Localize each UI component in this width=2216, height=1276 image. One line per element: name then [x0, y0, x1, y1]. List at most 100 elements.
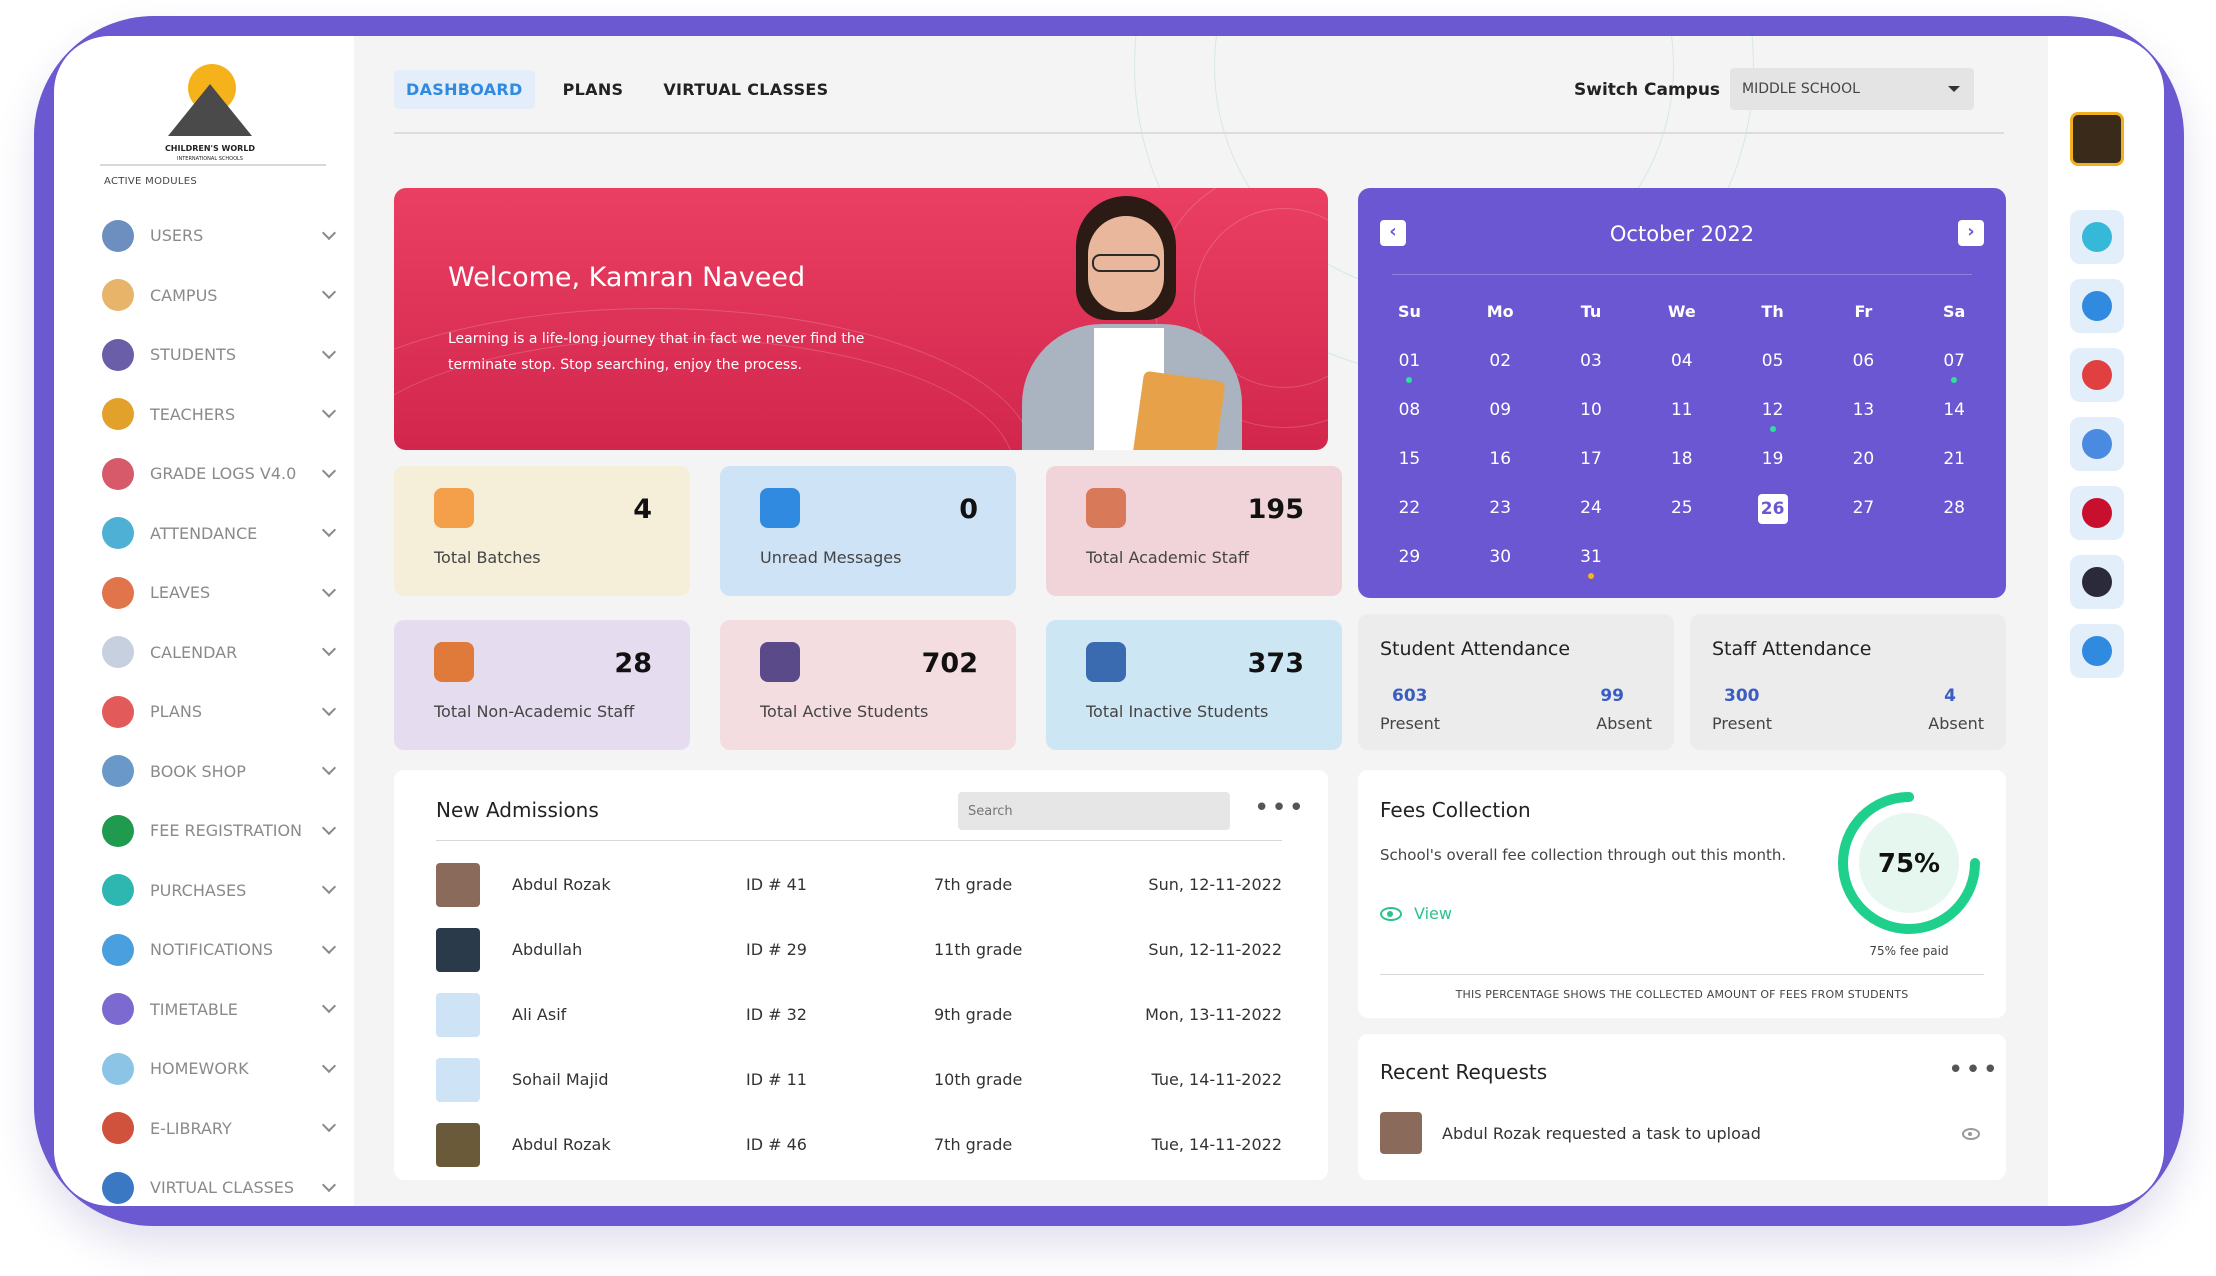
sidebar-item[interactable]: GRADE LOGS V4.0 [102, 444, 342, 504]
calendar-day[interactable]: 20 [1818, 445, 1909, 494]
calendar-day[interactable]: 18 [1636, 445, 1727, 494]
campus-select[interactable]: MIDDLE SCHOOL [1730, 68, 1974, 110]
stat-card[interactable]: 0 Unread Messages [720, 466, 1016, 596]
calendar-day[interactable]: 12 [1727, 396, 1818, 445]
chevron-down-icon[interactable] [321, 523, 337, 538]
next-month-button[interactable]: › [1958, 220, 1984, 246]
more-options-icon[interactable]: ••• [1254, 795, 1306, 821]
nav-tab[interactable]: DASHBOARD [394, 70, 535, 109]
request-item[interactable]: Abdul Rozak requested a task to upload [1380, 1112, 1761, 1154]
calendar-day[interactable]: 21 [1909, 445, 2000, 494]
calendar-day[interactable]: 04 [1636, 347, 1727, 396]
calendar-day[interactable]: 10 [1546, 396, 1637, 445]
sidebar-item[interactable]: ATTENDANCE [102, 504, 342, 564]
staff-attendance-card[interactable]: Staff Attendance 300 4 Present Absent [1690, 614, 2006, 750]
calendar-day[interactable]: 23 [1455, 494, 1546, 543]
calendar-day[interactable]: 13 [1818, 396, 1909, 445]
stat-card[interactable]: 373 Total Inactive Students [1046, 620, 1342, 750]
sidebar-item[interactable]: USERS [102, 206, 342, 266]
chevron-down-icon[interactable] [321, 701, 337, 716]
table-row[interactable]: Ali Asif ID # 32 9th grade Mon, 13-11-2022 [436, 982, 1282, 1047]
calendar-day[interactable]: 31 [1546, 543, 1637, 592]
sidebar-item[interactable]: PURCHASES [102, 861, 342, 921]
calendar-day[interactable]: 19 [1727, 445, 1818, 494]
calendar-day[interactable]: 02 [1455, 347, 1546, 396]
calendar-day[interactable]: 09 [1455, 396, 1546, 445]
sidebar-item[interactable]: TIMETABLE [102, 980, 342, 1040]
chevron-down-icon[interactable] [321, 939, 337, 954]
rail-button[interactable] [2070, 279, 2124, 333]
chevron-down-icon[interactable] [321, 404, 337, 419]
chevron-down-icon[interactable] [321, 761, 337, 776]
sidebar-item[interactable]: VIRTUAL CLASSES [102, 1158, 342, 1206]
chevron-down-icon[interactable] [321, 285, 337, 300]
calendar-day[interactable]: 25 [1636, 494, 1727, 543]
sidebar-item[interactable]: STUDENTS [102, 325, 342, 385]
table-row[interactable]: Abdullah ID # 29 11th grade Sun, 12-11-2022 [436, 917, 1282, 982]
stat-card[interactable]: 195 Total Academic Staff [1046, 466, 1342, 596]
eye-icon[interactable] [1962, 1128, 1980, 1140]
calendar-day[interactable]: 15 [1364, 445, 1455, 494]
sidebar-item[interactable]: TEACHERS [102, 385, 342, 445]
rail-button[interactable] [2070, 624, 2124, 678]
calendar-day[interactable]: 30 [1455, 543, 1546, 592]
calendar-day[interactable]: 28 [1909, 494, 2000, 543]
chevron-down-icon[interactable] [321, 642, 337, 657]
day-number: 30 [1489, 547, 1512, 567]
stat-card[interactable]: 28 Total Non-Academic Staff [394, 620, 690, 750]
stat-card[interactable]: 4 Total Batches [394, 466, 690, 596]
school-logo[interactable]: CHILDREN'S WORLD INTERNATIONAL SCHOOLS [158, 64, 262, 174]
calendar-day[interactable]: 11 [1636, 396, 1727, 445]
calendar-day[interactable]: 24 [1546, 494, 1637, 543]
table-row[interactable]: Abdul Rozak ID # 46 7th grade Tue, 14-11-20… [436, 1112, 1282, 1177]
profile-avatar[interactable] [2070, 112, 2124, 166]
chevron-down-icon[interactable] [321, 344, 337, 359]
rail-button[interactable] [2070, 210, 2124, 264]
rail-button[interactable] [2070, 417, 2124, 471]
chevron-down-icon[interactable] [321, 880, 337, 895]
nav-tab[interactable]: PLANS [551, 70, 636, 109]
rail-button[interactable] [2070, 348, 2124, 402]
chevron-down-icon[interactable] [321, 1058, 337, 1073]
sidebar-item[interactable]: FEE REGISTRATION [102, 801, 342, 861]
stat-card[interactable]: 702 Total Active Students [720, 620, 1016, 750]
rail-button[interactable] [2070, 555, 2124, 609]
chevron-down-icon[interactable] [321, 225, 337, 240]
calendar-day[interactable]: 29 [1364, 543, 1455, 592]
module-list: USERS CAMPUS STUDENTS TEACHERS GRADE LOGS V4… [102, 206, 342, 1206]
view-link[interactable]: View [1380, 904, 1452, 923]
calendar-day[interactable]: 08 [1364, 396, 1455, 445]
calendar-day[interactable]: 06 [1818, 347, 1909, 396]
chevron-down-icon[interactable] [321, 1177, 337, 1192]
chevron-down-icon[interactable] [321, 999, 337, 1014]
calendar-day[interactable]: 16 [1455, 445, 1546, 494]
calendar-day[interactable]: 22 [1364, 494, 1455, 543]
sidebar-item[interactable]: HOMEWORK [102, 1039, 342, 1099]
calendar-day[interactable]: 07 [1909, 347, 2000, 396]
admissions-search-input[interactable] [958, 792, 1230, 830]
calendar-day[interactable]: 14 [1909, 396, 2000, 445]
calendar-day[interactable]: 05 [1727, 347, 1818, 396]
sidebar-item[interactable]: CAMPUS [102, 266, 342, 326]
calendar-day[interactable]: 03 [1546, 347, 1637, 396]
rail-button[interactable] [2070, 486, 2124, 540]
nav-tab[interactable]: VIRTUAL CLASSES [651, 70, 840, 109]
calendar-day[interactable]: 17 [1546, 445, 1637, 494]
chevron-down-icon[interactable] [321, 1118, 337, 1133]
sidebar-item[interactable]: NOTIFICATIONS [102, 920, 342, 980]
student-attendance-card[interactable]: Student Attendance 603 99 Present Absent [1358, 614, 1674, 750]
table-row[interactable]: Sohail Majid ID # 11 10th grade Tue, 14-11-… [436, 1047, 1282, 1112]
table-row[interactable]: Abdul Rozak ID # 41 7th grade Sun, 12-11-20… [436, 852, 1282, 917]
chevron-down-icon[interactable] [321, 463, 337, 478]
more-options-icon[interactable]: ••• [1948, 1057, 2000, 1083]
sidebar-item[interactable]: LEAVES [102, 563, 342, 623]
chevron-down-icon[interactable] [321, 820, 337, 835]
sidebar-item[interactable]: E-LIBRARY [102, 1099, 342, 1159]
calendar-day[interactable]: 01 [1364, 347, 1455, 396]
calendar-day[interactable]: 27 [1818, 494, 1909, 543]
calendar-day[interactable]: 26 [1727, 494, 1818, 543]
chevron-down-icon[interactable] [321, 582, 337, 597]
sidebar-item[interactable]: BOOK SHOP [102, 742, 342, 802]
sidebar-item[interactable]: CALENDAR [102, 623, 342, 683]
sidebar-item[interactable]: PLANS [102, 682, 342, 742]
